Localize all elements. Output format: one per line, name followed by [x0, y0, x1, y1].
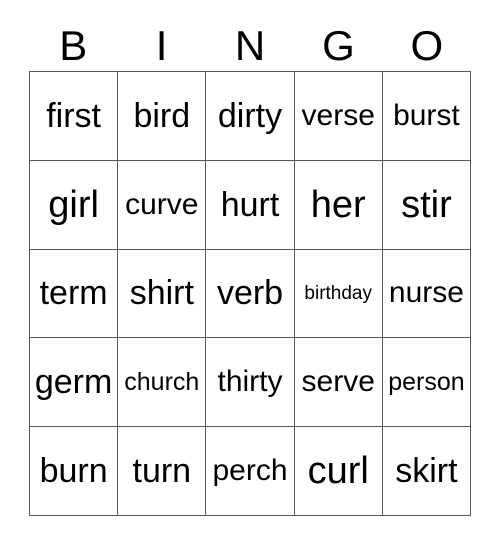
bingo-cell-word: hurt	[220, 185, 280, 224]
bingo-cell[interactable]: term	[30, 249, 119, 339]
bingo-cell[interactable]: first	[30, 72, 119, 161]
bingo-cell[interactable]: person	[382, 338, 472, 428]
bingo-cell[interactable]: turn	[118, 427, 207, 516]
bingo-cell-word: person	[388, 367, 465, 396]
bingo-cell[interactable]: birthday	[294, 249, 383, 339]
bingo-cell[interactable]: hurt	[206, 160, 295, 250]
bingo-grid: first bird dirty verse burst girl curve …	[29, 71, 472, 516]
bingo-header-letter-i: I	[155, 21, 168, 69]
bingo-cell-word: perch	[212, 454, 288, 488]
bingo-header-letter-n: N	[234, 21, 266, 69]
bingo-cell-word: shirt	[129, 274, 194, 313]
bingo-cell[interactable]: thirty	[206, 338, 295, 428]
bingo-header-letter-g: G	[322, 21, 355, 69]
bingo-cell-word: serve	[301, 365, 375, 399]
bingo-cell-word: girl	[48, 183, 99, 226]
bingo-cell-word: church	[124, 367, 200, 396]
bingo-header-letter-o: O	[410, 21, 444, 69]
bingo-cell-word: dirty	[217, 96, 283, 135]
bingo-cell-word: term	[39, 274, 108, 313]
bingo-cell-word: germ	[34, 363, 113, 402]
bingo-cell[interactable]: curl	[294, 427, 383, 516]
bingo-cell[interactable]: verb	[206, 249, 295, 339]
bingo-cell-word: nurse	[388, 276, 464, 310]
bingo-cell-word: verb	[216, 274, 284, 313]
bingo-cell[interactable]: stir	[382, 160, 472, 250]
bingo-cell[interactable]: verse	[294, 72, 383, 161]
bingo-row: germ church thirty serve person	[30, 338, 472, 428]
bingo-cell[interactable]: germ	[30, 338, 119, 428]
bingo-cell[interactable]: her	[294, 160, 383, 250]
bingo-header-row: B I N G O	[29, 20, 471, 71]
bingo-cell-word: curl	[307, 450, 369, 493]
bingo-header-letter-b: B	[59, 21, 88, 69]
bingo-cell[interactable]: church	[118, 338, 207, 428]
bingo-cell[interactable]: shirt	[118, 249, 207, 339]
bingo-row: first bird dirty verse burst	[30, 72, 472, 161]
bingo-cell-word: curve	[125, 187, 199, 221]
bingo-cell[interactable]: girl	[30, 160, 119, 250]
bingo-cell[interactable]: skirt	[382, 427, 472, 516]
bingo-cell-word: bird	[133, 96, 191, 135]
bingo-row: term shirt verb birthday nurse	[30, 249, 472, 339]
bingo-cell-word: her	[310, 183, 366, 226]
bingo-row: girl curve hurt her stir	[30, 160, 472, 250]
bingo-cell[interactable]: bird	[118, 72, 207, 161]
bingo-cell-word: first	[46, 96, 101, 135]
bingo-card: B I N G O first bird dirty verse burst g…	[0, 0, 500, 544]
bingo-cell-word: burn	[39, 452, 108, 491]
bingo-cell[interactable]: dirty	[206, 72, 295, 161]
bingo-cell-word: thirty	[217, 365, 283, 399]
bingo-row: burn turn perch curl skirt	[30, 427, 472, 516]
bingo-cell[interactable]: nurse	[382, 249, 472, 339]
bingo-cell[interactable]: serve	[294, 338, 383, 428]
bingo-cell-word: turn	[132, 452, 192, 491]
bingo-cell-word: birthday	[304, 282, 373, 304]
bingo-cell[interactable]: curve	[118, 160, 207, 250]
bingo-cell[interactable]: burst	[382, 72, 472, 161]
bingo-cell-word: stir	[401, 183, 452, 226]
bingo-cell-word: burst	[393, 98, 460, 132]
bingo-cell[interactable]: burn	[30, 427, 119, 516]
bingo-cell[interactable]: perch	[206, 427, 295, 516]
bingo-cell-word: verse	[301, 98, 375, 132]
bingo-cell-word: skirt	[395, 452, 458, 491]
